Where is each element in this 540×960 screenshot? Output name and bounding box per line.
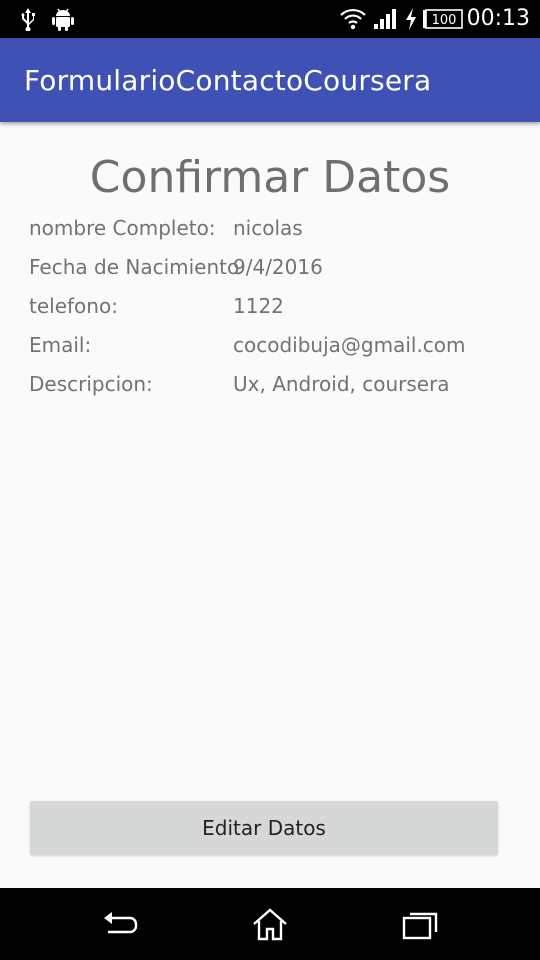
field-label: Email: bbox=[29, 333, 92, 357]
signal-icon bbox=[373, 7, 397, 35]
field-row-email: Email: cocodibuja@gmail.com bbox=[29, 333, 519, 363]
field-value: nicolas bbox=[233, 216, 303, 240]
status-time: 00:13 bbox=[466, 6, 530, 31]
field-value: Ux, Android, coursera bbox=[233, 372, 450, 396]
recents-icon[interactable] bbox=[400, 906, 440, 942]
nav-bar bbox=[0, 888, 540, 960]
charging-icon bbox=[404, 7, 418, 35]
page-heading: Confirmar Datos bbox=[89, 152, 451, 203]
field-row-fecha: Fecha de Nacimiento 9/4/2016 bbox=[29, 255, 519, 285]
app-screen: 100 00:13 FormularioContactoCoursera Con… bbox=[0, 0, 540, 960]
field-row-telefono: telefono: 1122 bbox=[29, 294, 519, 324]
field-value: 9/4/2016 bbox=[233, 255, 323, 279]
field-label: Fecha de Nacimiento bbox=[29, 255, 240, 279]
edit-data-button[interactable]: Editar Datos bbox=[30, 801, 498, 855]
battery-level: 100 bbox=[432, 13, 457, 28]
app-title: FormularioContactoCoursera bbox=[24, 64, 432, 97]
field-label: telefono: bbox=[29, 294, 118, 318]
status-bar: 100 00:13 bbox=[0, 0, 540, 38]
field-row-nombre: nombre Completo: nicolas bbox=[29, 216, 519, 246]
field-row-descripcion: Descripcion: Ux, Android, coursera bbox=[29, 372, 519, 402]
usb-icon bbox=[18, 7, 38, 35]
app-bar: FormularioContactoCoursera bbox=[0, 38, 540, 122]
home-icon[interactable] bbox=[250, 906, 290, 942]
back-icon[interactable] bbox=[100, 906, 140, 942]
battery-icon: 100 bbox=[422, 9, 464, 33]
android-icon bbox=[52, 7, 74, 35]
field-value: 1122 bbox=[233, 294, 284, 318]
field-label: Descripcion: bbox=[29, 372, 153, 396]
confirm-content: Confirmar Datos nombre Completo: nicolas… bbox=[0, 122, 540, 888]
field-label: nombre Completo: bbox=[29, 216, 216, 240]
wifi-icon bbox=[340, 7, 366, 35]
field-value: cocodibuja@gmail.com bbox=[233, 333, 466, 357]
